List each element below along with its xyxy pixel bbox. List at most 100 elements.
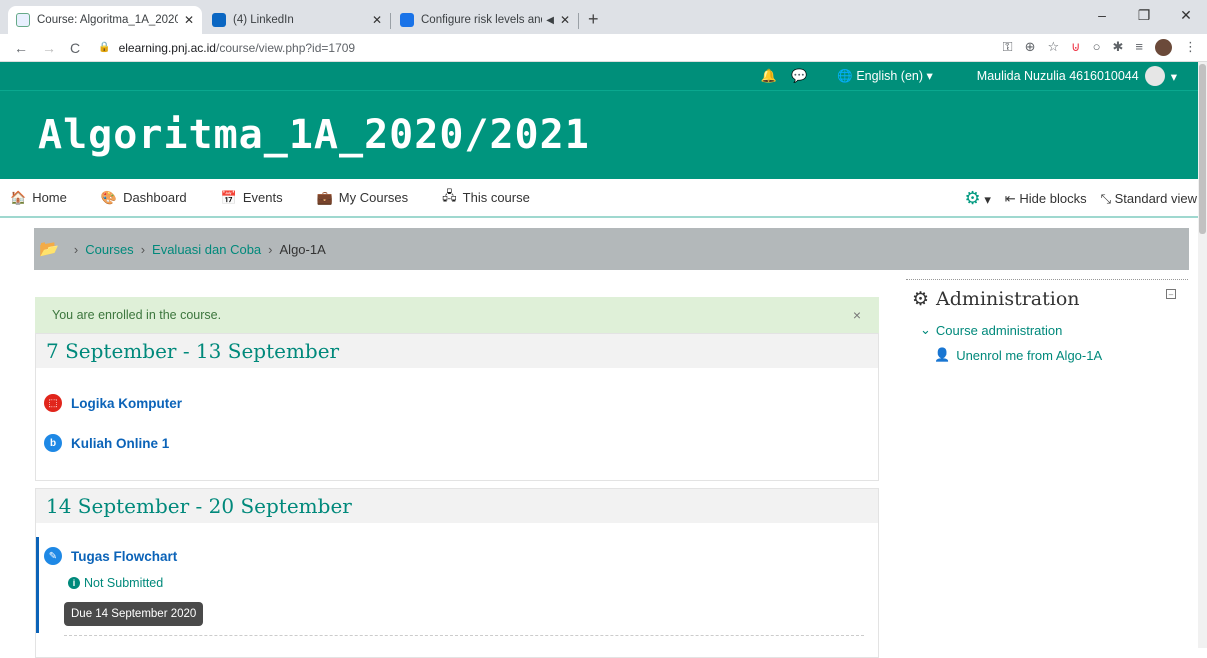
breadcrumb: 📂 › Courses › Evaluasi dan Coba › Algo-1… <box>34 228 1189 270</box>
nav-events[interactable]: 📅 Events <box>221 190 283 206</box>
course-administration-node[interactable]: ⌄ Course administration <box>906 322 1188 338</box>
activity-link[interactable]: ⬚ Logika Komputer <box>44 394 182 412</box>
course-navbar: 🏠 Home 🎨 Dashboard 📅 Events 💼 My Courses 🖧 Th… <box>0 179 1207 218</box>
cogs-icon: ⚙ <box>912 288 930 310</box>
back-icon[interactable]: ← <box>14 40 28 56</box>
assignment-icon: ✎ <box>44 547 62 565</box>
close-tab-icon[interactable]: ✕ <box>184 13 194 27</box>
chevron-down-icon: ⌄ <box>920 322 931 337</box>
sitemap-icon: 🖧 <box>442 187 457 203</box>
nav-dashboard[interactable]: 🎨 Dashboard <box>101 190 187 206</box>
caret-down-icon: ▾ <box>926 69 933 83</box>
briefcase-icon: 💼 <box>316 189 333 205</box>
close-window-button[interactable]: ✕ <box>1165 0 1207 30</box>
url-field[interactable]: 🔒 elearning.pnj.ac.id /course/view.php?i… <box>98 41 355 55</box>
dashboard-icon: 🎨 <box>100 189 118 205</box>
user-name: Maulida Nuzulia 4616010044 <box>976 69 1139 83</box>
nav-this-course[interactable]: 🖧 This course <box>442 187 530 209</box>
block-title: ⚙ Administration <box>906 288 1188 310</box>
audio-icon: ◀ <box>546 14 554 26</box>
minimize-button[interactable]: – <box>1081 0 1123 30</box>
highlight-bar <box>36 537 39 633</box>
circle-extension-icon[interactable]: ○ <box>1093 39 1101 56</box>
puzzle-icon[interactable]: ✱ <box>1113 39 1124 56</box>
tab-title: Course: Algoritma_1A_2020/2021 <box>37 14 178 26</box>
nav-my-courses[interactable]: 💼 My Courses <box>317 190 409 206</box>
user-icon: 👤 <box>934 347 951 362</box>
moodle-topbar: 🔔 💬 🌐 English (en) ▾ Maulida Nuzulia 461… <box>0 62 1207 91</box>
breadcrumb-courses[interactable]: Courses <box>85 242 133 257</box>
course-banner: Algoritma_1A_2020/2021 <box>0 91 1207 179</box>
tab-linkedin[interactable]: (4) LinkedIn ✕ <box>204 6 390 34</box>
section-title: 14 September - 20 September <box>46 494 352 518</box>
caret-down-icon: ▾ <box>984 192 991 207</box>
close-alert-icon[interactable]: × <box>853 307 861 323</box>
browser-tab-strip: Course: Algoritma_1A_2020/2021 ✕ (4) Lin… <box>0 0 1207 34</box>
zoom-icon[interactable]: ⊕ <box>1025 39 1036 56</box>
enrolled-alert: You are enrolled in the course. × <box>35 297 879 333</box>
menu-icon[interactable]: ⋮ <box>1184 39 1197 56</box>
administration-block: ⚙ Administration – ⌄ Course administrati… <box>906 279 1188 363</box>
tab-divider <box>578 13 579 29</box>
reload-icon[interactable]: C <box>70 40 80 56</box>
info-icon: i <box>68 577 80 589</box>
collapse-block-icon[interactable]: – <box>1166 289 1176 299</box>
new-tab-button[interactable]: + <box>588 9 599 30</box>
tab-course[interactable]: Course: Algoritma_1A_2020/2021 ✕ <box>8 6 202 34</box>
tab-title: Configure risk levels and poli <box>421 14 542 26</box>
breadcrumb-separator: › <box>140 241 146 257</box>
hide-blocks-button[interactable]: ⇤ Hide blocks <box>1005 191 1087 207</box>
nav-label: My Courses <box>338 190 409 205</box>
user-menu[interactable]: Maulida Nuzulia 4616010044 ▾ <box>977 66 1177 86</box>
status-text: Not Submitted <box>84 576 164 590</box>
activity-name: Kuliah Online 1 <box>71 435 170 451</box>
bigbluebutton-icon: b <box>44 434 62 452</box>
activity-name: Tugas Flowchart <box>71 548 178 564</box>
indent-icon: ⇤ <box>1004 190 1016 206</box>
standard-view-button[interactable]: ⤡ Standard view <box>1101 191 1197 207</box>
close-tab-icon[interactable]: ✕ <box>372 13 382 27</box>
topbar-icons: 🔔 💬 <box>761 68 807 84</box>
page-scrollbar[interactable] <box>1198 62 1207 648</box>
tab-configure-risk[interactable]: Configure risk levels and poli ◀ ✕ <box>392 6 578 34</box>
home-icon: 🏠 <box>10 189 27 205</box>
bell-icon[interactable]: 🔔 <box>761 68 777 84</box>
url-path: /course/view.php?id=1709 <box>215 40 356 55</box>
window-controls: – ❐ ✕ <box>1081 0 1207 30</box>
key-icon[interactable]: ⚿ <box>1003 39 1013 56</box>
caret-down-icon: ▾ <box>1170 69 1177 84</box>
submission-status: i Not Submitted <box>68 576 163 590</box>
breadcrumb-separator: › <box>268 241 273 257</box>
activity-link[interactable]: ✎ Tugas Flowchart <box>44 547 177 565</box>
forward-icon[interactable]: → <box>42 40 56 56</box>
pdf-icon: ⬚ <box>44 394 62 412</box>
block-divider <box>906 279 1188 280</box>
close-tab-icon[interactable]: ✕ <box>560 13 570 27</box>
divider <box>64 635 864 636</box>
tab-divider <box>390 13 391 29</box>
settings-menu[interactable]: ⚙ ▾ <box>965 188 991 209</box>
star-icon[interactable]: ☆ <box>1047 39 1059 56</box>
globe-icon: 🌐 <box>837 69 853 83</box>
moodle-favicon-icon <box>16 13 30 27</box>
course-admin-label: Course administration <box>935 322 1063 338</box>
extension-toolbar: ⚿ ⊕ ☆ ⊍ ○ ✱ ≡ ⋮ <box>1003 39 1197 56</box>
chat-bubble-icon[interactable]: 💬 <box>791 68 807 84</box>
breadcrumb-evaluasi[interactable]: Evaluasi dan Coba <box>152 242 261 257</box>
language-menu[interactable]: 🌐 English (en) ▾ <box>837 68 933 84</box>
pocket-icon[interactable]: ⊍ <box>1071 39 1081 56</box>
compress-icon: ⤡ <box>1100 190 1111 206</box>
address-bar-row: ← → C 🔒 elearning.pnj.ac.id /course/view… <box>0 34 1207 62</box>
unenrol-link[interactable]: 👤 Unenrol me from Algo-1A <box>906 347 1188 363</box>
course-title: Algoritma_1A_2020/2021 <box>38 112 590 158</box>
gear-icon: ⚙ <box>964 188 981 208</box>
due-date-badge: Due 14 September 2020 <box>64 602 204 626</box>
reading-list-icon[interactable]: ≡ <box>1135 39 1143 56</box>
lock-icon: 🔒 <box>98 42 111 53</box>
profile-avatar[interactable] <box>1155 39 1172 56</box>
nav-home[interactable]: 🏠 Home <box>10 190 67 206</box>
scrollbar-thumb[interactable] <box>1199 64 1206 234</box>
activity-link[interactable]: b Kuliah Online 1 <box>44 434 169 452</box>
alert-text: You are enrolled in the course. <box>52 308 222 322</box>
restore-button[interactable]: ❐ <box>1123 0 1165 30</box>
